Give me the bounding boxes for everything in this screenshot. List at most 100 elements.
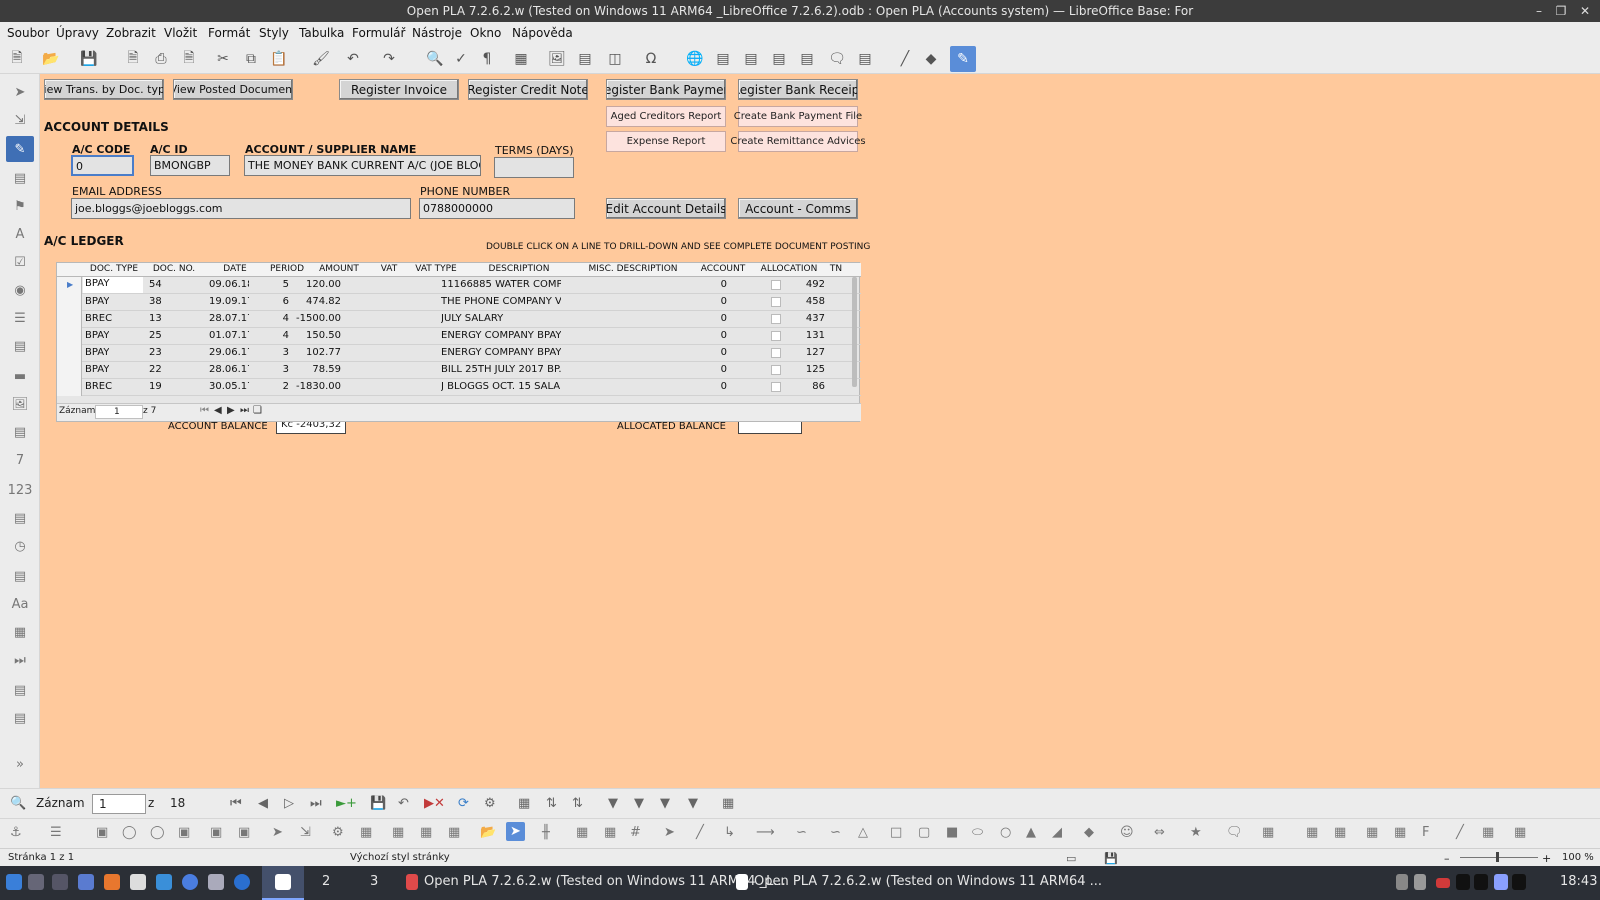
find-record-icon[interactable]: 🔍: [10, 796, 26, 811]
add-field-icon[interactable]: ▦: [448, 825, 460, 840]
workspace-3[interactable]: 3: [370, 874, 378, 889]
refresh-control-icon[interactable]: ⚙: [484, 796, 496, 811]
send-to-back-icon[interactable]: ▣: [178, 825, 190, 840]
allocation-checkbox[interactable]: [771, 348, 781, 358]
basic-shapes-icon[interactable]: ◆: [1084, 825, 1094, 840]
design-mode-icon[interactable]: ✎: [950, 46, 976, 72]
wrap-through-icon[interactable]: ▦: [1334, 825, 1346, 840]
email-address-field[interactable]: joe.bloggs@joebloggs.com: [71, 198, 411, 219]
register-bank-receipt-button[interactable]: Register Bank Receipt: [738, 79, 858, 100]
doc-no-cell[interactable]: 22: [149, 364, 162, 375]
table-row[interactable]: ▶ BPAY 54 09.06.18 5 120.00 11166885 WAT…: [57, 277, 861, 294]
menu-formular[interactable]: Formulář: [352, 26, 405, 40]
account-cell[interactable]: 0: [697, 279, 727, 290]
menu-styly[interactable]: Styly: [259, 26, 289, 40]
grid-icon[interactable]: #: [630, 825, 641, 840]
aged-creditors-report-button[interactable]: Aged Creditors Report: [606, 106, 726, 127]
vertical-scrollbar[interactable]: [852, 277, 857, 387]
row-selector[interactable]: [57, 294, 82, 311]
tab-order-icon[interactable]: ▤: [10, 680, 30, 700]
period-cell[interactable]: 4: [267, 330, 289, 341]
print-icon[interactable]: ⎙: [152, 50, 170, 68]
clone-formatting-icon[interactable]: 🖌: [312, 50, 330, 68]
refresh-icon[interactable]: ⟳: [458, 796, 469, 811]
column-header[interactable]: VAT: [369, 264, 409, 274]
table-control-icon[interactable]: ▦: [10, 622, 30, 642]
push-button-icon[interactable]: ▬: [10, 366, 30, 386]
pen-tray-icon[interactable]: [1396, 874, 1408, 890]
insert-field-icon[interactable]: ◫: [606, 50, 624, 68]
doc-no-cell[interactable]: 25: [149, 330, 162, 341]
previous-record-icon[interactable]: ◀: [258, 796, 268, 811]
tn-cell[interactable]: 458: [797, 296, 825, 307]
menu-soubor[interactable]: Soubor: [7, 26, 49, 40]
backward-one-icon[interactable]: ◯: [150, 825, 165, 840]
record-number-input[interactable]: 1: [92, 794, 146, 814]
navigation-bar-icon[interactable]: ⏭: [10, 650, 30, 670]
label-icon[interactable]: ⚑: [10, 196, 30, 216]
bring-to-front-icon[interactable]: ▣: [96, 825, 108, 840]
sort-icon[interactable]: ▦: [518, 796, 530, 811]
create-bank-payment-file-button[interactable]: Create Bank Payment File: [734, 106, 862, 127]
account-cell[interactable]: 0: [697, 347, 727, 358]
menu-napoveda[interactable]: Nápověda: [512, 26, 573, 40]
register-bank-payment-button[interactable]: Register Bank Payment: [606, 79, 726, 100]
doc-type-cell[interactable]: BREC: [85, 313, 112, 324]
triangle-icon[interactable]: ▲: [1026, 825, 1036, 840]
allocation-checkbox[interactable]: [771, 297, 781, 307]
account-comms-button[interactable]: Account - Comms: [738, 198, 858, 219]
sort-ascending-icon[interactable]: ⇅: [546, 796, 557, 811]
menu-okno[interactable]: Okno: [470, 26, 501, 40]
doc-no-cell[interactable]: 38: [149, 296, 162, 307]
period-cell[interactable]: 3: [267, 364, 289, 375]
select-icon[interactable]: ➤: [10, 82, 30, 102]
column-header[interactable]: VAT TYPE: [411, 264, 461, 274]
account-cell[interactable]: 0: [697, 296, 727, 307]
show-desktop-icon[interactable]: [28, 874, 44, 890]
register-invoice-button[interactable]: Register Invoice: [339, 79, 459, 100]
insert-field-icon[interactable]: F: [1422, 825, 1429, 840]
tn-cell[interactable]: 131: [797, 330, 825, 341]
network-icon[interactable]: [1494, 874, 1508, 890]
volume-icon[interactable]: [1414, 874, 1426, 890]
stars-icon[interactable]: ★: [1190, 825, 1202, 840]
allocation-checkbox[interactable]: [771, 365, 781, 375]
insert-image-icon[interactable]: 🖼: [548, 50, 566, 68]
tray-app-icon[interactable]: [1474, 874, 1488, 890]
polygon-icon[interactable]: △: [858, 825, 868, 840]
maximize-icon[interactable]: ❐: [1550, 0, 1572, 22]
form-properties-icon[interactable]: ▦: [360, 825, 372, 840]
row-selector[interactable]: [57, 362, 82, 379]
period-cell[interactable]: 2: [267, 381, 289, 392]
sort-descending-icon[interactable]: ⇅: [572, 796, 583, 811]
zoom-in-icon[interactable]: +: [1542, 852, 1551, 865]
activation-order-icon[interactable]: ▦: [420, 825, 432, 840]
table-row[interactable]: BPAY 22 28.06.17 3 78.59 BILL 25TH JULY …: [57, 362, 861, 379]
option-button-icon[interactable]: ◉: [10, 280, 30, 300]
cut-icon[interactable]: ✂: [214, 50, 232, 68]
row-selector[interactable]: [57, 328, 82, 345]
view-trans-by-doc-type-button[interactable]: View Trans. by Doc. type: [44, 79, 164, 100]
supplier-name-field[interactable]: THE MONEY BANK CURRENT A/C (JOE BLOGGS): [244, 155, 481, 176]
date-field-icon[interactable]: 7: [10, 450, 30, 470]
apply-filter-icon[interactable]: ▼: [634, 796, 644, 811]
time-field-icon[interactable]: ◷: [10, 536, 30, 556]
control-wizards-icon[interactable]: ✎: [6, 136, 34, 162]
column-header[interactable]: PERIOD: [265, 264, 309, 274]
triangle-app-icon[interactable]: [208, 874, 224, 890]
form-navigator-icon[interactable]: ▦: [392, 825, 404, 840]
first-record-icon[interactable]: ⏮: [200, 405, 209, 416]
skype-icon[interactable]: [234, 874, 250, 890]
doc-type-cell[interactable]: BPAY: [83, 277, 143, 293]
doc-type-cell[interactable]: BPAY: [85, 347, 109, 358]
ledger-table[interactable]: DOC. TYPE DOC. NO. DATE PERIOD AMOUNT VA…: [56, 262, 861, 422]
minimize-icon[interactable]: –: [1528, 0, 1550, 22]
text-box-icon[interactable]: ▦: [1366, 825, 1378, 840]
save-icon[interactable]: 💾: [80, 50, 98, 68]
folder-icon[interactable]: [156, 874, 172, 890]
text-box-icon[interactable]: A: [10, 224, 30, 244]
table-row[interactable]: BREC 13 28.07.17 4 -1500.00 JULY SALARY …: [57, 311, 861, 328]
amount-cell[interactable]: -1830.00: [293, 381, 341, 392]
guides-icon[interactable]: ▦: [604, 825, 616, 840]
open-design-folder-icon[interactable]: 📂: [480, 825, 496, 840]
